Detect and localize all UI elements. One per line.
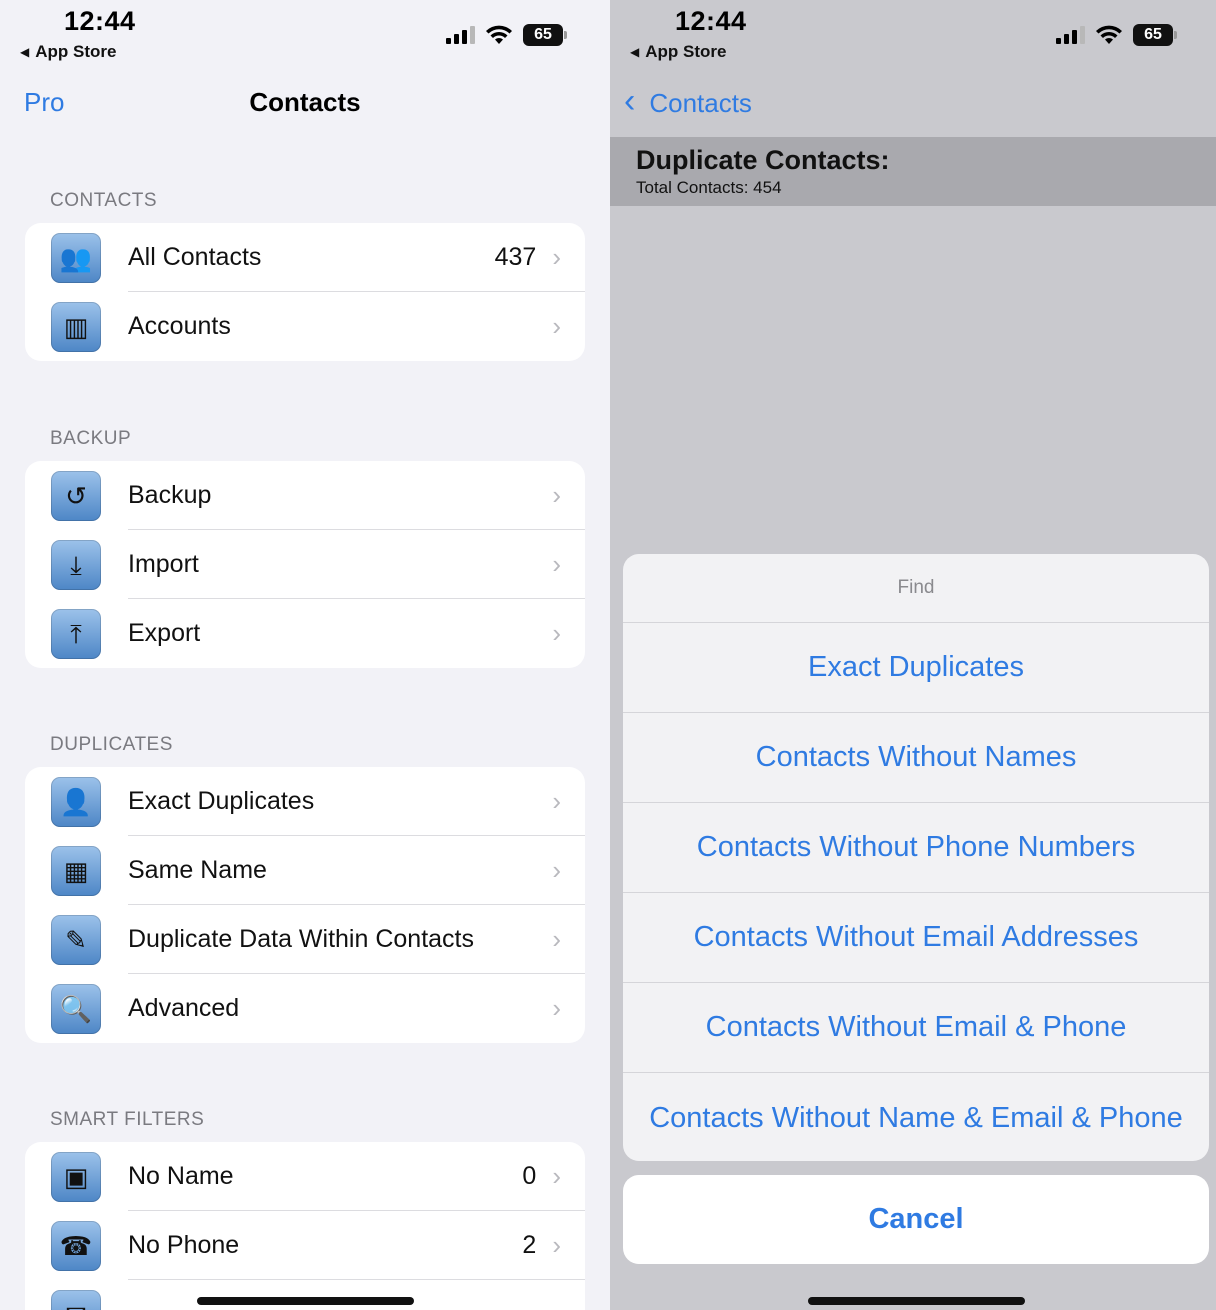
header-subtitle: Total Contacts: 454 — [636, 178, 782, 197]
option-exact-duplicates[interactable]: Exact Duplicates — [623, 623, 1209, 713]
row-duplicate-data[interactable]: ✎ Duplicate Data Within Contacts › — [25, 905, 585, 974]
option-without-phone[interactable]: Contacts Without Phone Numbers — [623, 803, 1209, 893]
export-tray-icon: ⤒ — [51, 608, 101, 659]
row-count: 0 — [522, 1162, 537, 1190]
option-without-name-email-phone[interactable]: Contacts Without Name & Email & Phone — [623, 1073, 1209, 1161]
duplicate-person-icon: 👤 — [51, 776, 101, 827]
contacts-screen: 12:44 ◀ App Store 65 Pro Contacts CONTACT… — [0, 0, 610, 1310]
row-label: Advanced — [128, 994, 240, 1022]
chevron-right-icon: › — [552, 549, 561, 579]
battery-icon: 65 — [523, 24, 567, 46]
back-to-contacts-button[interactable]: ‹ Contacts — [624, 82, 752, 120]
no-phone-icon: ☎ — [51, 1220, 101, 1271]
row-export[interactable]: ⤒ Export › — [25, 599, 585, 668]
no-email-icon: ✉ — [51, 1289, 101, 1310]
row-partial-cutoff[interactable]: ✉ — [25, 1280, 585, 1310]
no-name-card-icon: ▣ — [51, 1151, 101, 1202]
row-no-phone[interactable]: ☎ No Phone 2 › — [25, 1211, 585, 1280]
group-contacts: 👥 All Contacts 437 › ▥ Accounts › — [25, 223, 585, 361]
home-indicator — [197, 1297, 414, 1305]
section-header-backup: BACKUP — [50, 428, 132, 449]
wifi-icon — [1095, 25, 1123, 45]
row-count: 2 — [522, 1231, 537, 1259]
battery-icon: 65 — [1133, 24, 1177, 46]
cellular-signal-icon — [446, 26, 475, 44]
chevron-right-icon: › — [552, 1230, 561, 1260]
group-backup: ↺ Backup › ⤓ Import › ⤒ Export › — [25, 461, 585, 668]
row-label: No Name — [128, 1162, 234, 1190]
back-to-app-store[interactable]: ◀ App Store — [20, 42, 116, 62]
status-icons: 65 — [1056, 22, 1177, 48]
cellular-signal-icon — [1056, 26, 1085, 44]
chevron-left-icon: ‹ — [624, 82, 636, 120]
duplicate-contacts-screen: 12:44 ◀ App Store 65 ‹ Contacts Duplicate… — [610, 0, 1216, 1310]
back-label: Contacts — [649, 87, 752, 118]
option-without-email[interactable]: Contacts Without Email Addresses — [623, 893, 1209, 983]
status-icons: 65 — [446, 22, 567, 48]
option-without-names[interactable]: Contacts Without Names — [623, 713, 1209, 803]
status-time: 12:44 — [64, 6, 136, 36]
group-duplicates: 👤 Exact Duplicates › ▦ Same Name › ✎ Dup… — [25, 767, 585, 1043]
row-same-name[interactable]: ▦ Same Name › — [25, 836, 585, 905]
header-title: Duplicate Contacts: — [636, 145, 890, 175]
wifi-icon — [485, 25, 513, 45]
chevron-right-icon: › — [552, 855, 561, 885]
section-header-duplicates: DUPLICATES — [50, 734, 173, 755]
row-advanced[interactable]: 🔍 Advanced › — [25, 974, 585, 1043]
row-accounts[interactable]: ▥ Accounts › — [25, 292, 585, 361]
duplicate-contacts-header: Duplicate Contacts: Total Contacts: 454 — [610, 137, 1216, 206]
row-label: Exact Duplicates — [128, 787, 315, 815]
row-label: Import — [128, 550, 199, 578]
section-header-smart-filters: SMART FILTERS — [50, 1109, 205, 1130]
row-no-name[interactable]: ▣ No Name 0 › — [25, 1142, 585, 1211]
row-count: 437 — [494, 243, 537, 271]
row-import[interactable]: ⤓ Import › — [25, 530, 585, 599]
page-title: Contacts — [249, 87, 361, 117]
chevron-right-icon: › — [552, 1161, 561, 1191]
chevron-right-icon: › — [552, 311, 561, 341]
back-triangle-icon: ◀ — [20, 45, 30, 59]
row-label: Same Name — [128, 856, 267, 884]
status-time: 12:44 — [675, 6, 747, 36]
home-indicator — [808, 1297, 1025, 1305]
row-label: No Phone — [128, 1231, 240, 1259]
row-label: Export — [128, 619, 201, 647]
chevron-right-icon: › — [552, 242, 561, 272]
group-smart-filters: ▣ No Name 0 › ☎ No Phone 2 › ✉ — [25, 1142, 585, 1310]
sheet-title: Find — [623, 554, 1209, 623]
chevron-right-icon: › — [552, 480, 561, 510]
chevron-right-icon: › — [552, 924, 561, 954]
back-triangle-icon: ◀ — [630, 45, 640, 59]
row-label: Accounts — [128, 312, 231, 340]
people-icon: 👥 — [51, 232, 101, 283]
cancel-button[interactable]: Cancel — [623, 1175, 1209, 1264]
section-header-contacts: CONTACTS — [50, 190, 158, 211]
magnifier-icon: 🔍 — [51, 983, 101, 1034]
card-edit-icon: ✎ — [51, 914, 101, 965]
restore-icon: ↺ — [51, 470, 101, 521]
row-label: All Contacts — [128, 243, 262, 271]
back-to-app-store[interactable]: ◀ App Store — [630, 42, 726, 62]
chevron-right-icon: › — [552, 618, 561, 648]
row-label: Backup — [128, 481, 212, 509]
row-label: Duplicate Data Within Contacts — [128, 925, 474, 953]
row-backup[interactable]: ↺ Backup › — [25, 461, 585, 530]
row-exact-duplicates[interactable]: 👤 Exact Duplicates › — [25, 767, 585, 836]
chevron-right-icon: › — [552, 993, 561, 1023]
import-tray-icon: ⤓ — [51, 539, 101, 590]
chevron-right-icon: › — [552, 786, 561, 816]
find-action-sheet: Find Exact Duplicates Contacts Without N… — [623, 554, 1209, 1161]
row-all-contacts[interactable]: 👥 All Contacts 437 › — [25, 223, 585, 292]
same-name-icon: ▦ — [51, 845, 101, 896]
binders-icon: ▥ — [51, 301, 101, 352]
option-without-email-phone[interactable]: Contacts Without Email & Phone — [623, 983, 1209, 1073]
